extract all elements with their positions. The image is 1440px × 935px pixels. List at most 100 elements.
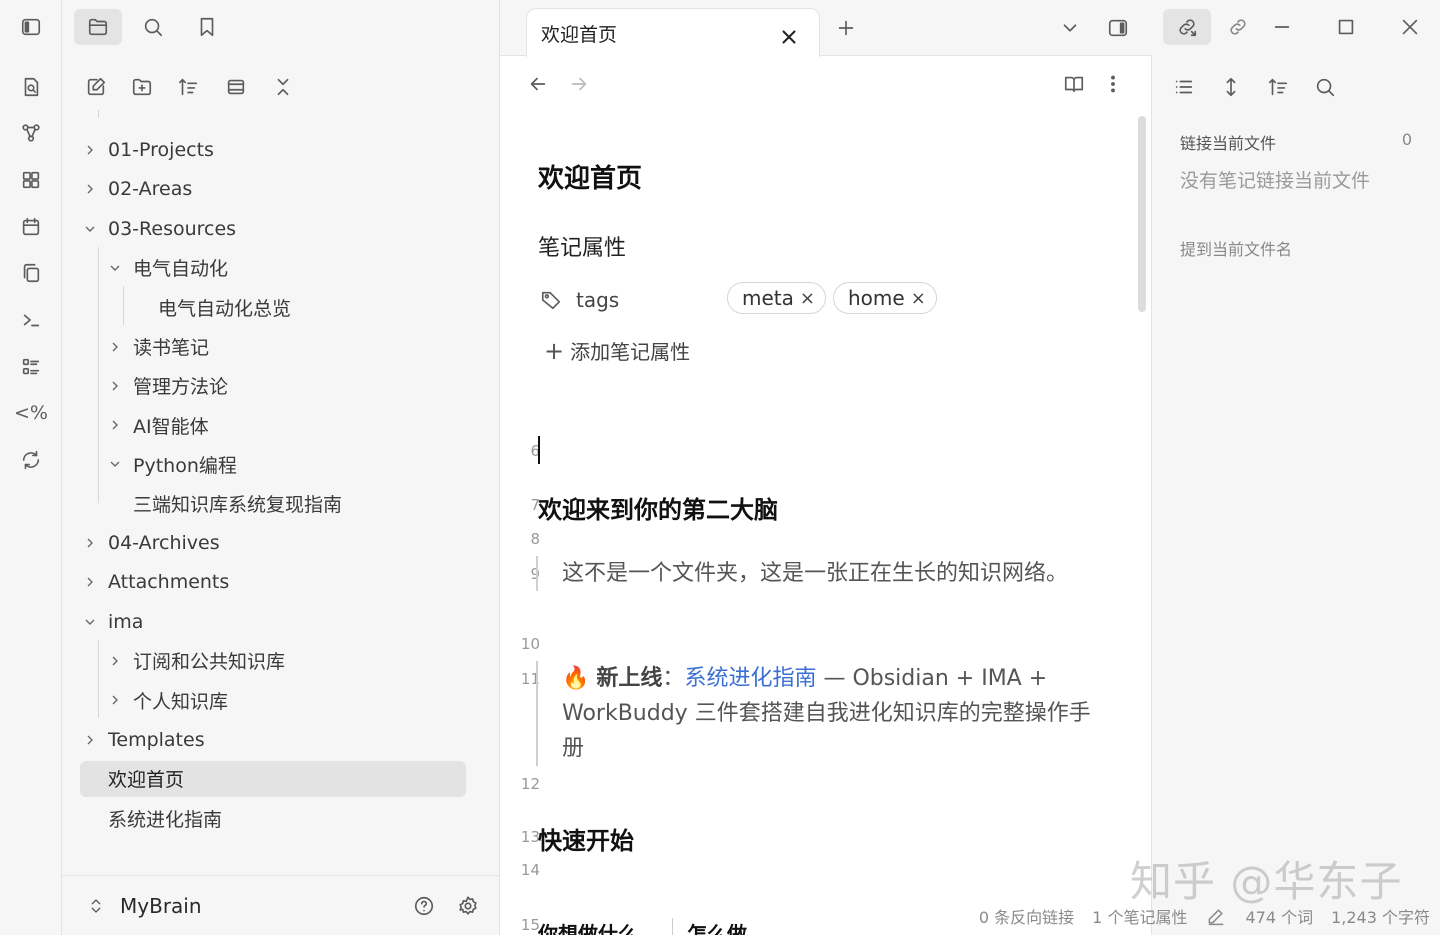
graph-icon[interactable] (13, 115, 49, 151)
folder-icon[interactable] (74, 9, 122, 45)
tree-folder[interactable]: Templates (80, 722, 205, 758)
backlinks-icon[interactable] (1163, 9, 1211, 45)
tree-file[interactable]: 三端知识库系统复现指南 (133, 486, 342, 522)
fire-icon: 🔥 (562, 666, 590, 691)
chevron-right-icon[interactable] (80, 730, 100, 750)
chevron-right-icon[interactable] (105, 337, 125, 357)
sort-results-icon[interactable] (1254, 69, 1302, 105)
list-icon[interactable] (13, 349, 49, 385)
tree-folder[interactable]: 03-Resources (80, 211, 236, 247)
settings-gear-icon[interactable] (450, 888, 486, 924)
forward-arrow-icon[interactable] (561, 66, 597, 102)
chevron-down-icon[interactable] (80, 612, 100, 632)
bookmark-icon[interactable] (183, 9, 231, 45)
property-key[interactable]: tags (576, 288, 619, 312)
close-tab-icon[interactable] (771, 19, 807, 55)
chevron-right-icon[interactable] (80, 533, 100, 553)
more-options-icon[interactable] (1095, 66, 1131, 102)
vault-name[interactable]: MyBrain (120, 894, 202, 918)
copy-icon[interactable] (13, 255, 49, 291)
outgoing-links-icon[interactable] (1214, 9, 1262, 45)
chevron-down-icon[interactable] (105, 454, 125, 474)
sidebar-tabs (62, 0, 500, 56)
tree-folder[interactable]: Attachments (80, 564, 229, 600)
chevron-right-icon[interactable] (105, 415, 125, 435)
tree-folder[interactable]: 电气自动化 (105, 250, 228, 286)
tree-item-label: 02-Areas (108, 178, 193, 201)
text-cursor (538, 436, 540, 464)
chevron-right-icon[interactable] (105, 690, 125, 710)
remove-tag-icon[interactable]: × (911, 288, 926, 309)
file-tree: 01-Projects 02-Areas 03-Resources 电气自动化 电气自动… (62, 110, 482, 870)
tree-folder[interactable]: Python编程 (105, 446, 237, 482)
editor-pane: 欢迎首页 欢迎首页 笔记属性 tags meta × home × + 添加笔记… (500, 0, 1152, 935)
editor-scrollbar[interactable] (1138, 116, 1146, 312)
close-all-icon[interactable] (265, 69, 301, 105)
search-icon[interactable] (129, 9, 177, 45)
new-note-icon[interactable] (78, 69, 114, 105)
line-number: 12 (520, 775, 540, 793)
tree-folder[interactable]: 管理方法论 (105, 368, 228, 404)
close-window-icon[interactable] (1386, 9, 1434, 45)
collapse-results-icon[interactable] (1160, 69, 1208, 105)
calendar-icon[interactable] (13, 209, 49, 245)
back-arrow-icon[interactable] (520, 66, 556, 102)
status-backlinks[interactable]: 0 条反向链接 (979, 904, 1074, 928)
remove-tag-icon[interactable]: × (800, 288, 815, 309)
new-tab-icon[interactable] (828, 10, 864, 46)
tree-file[interactable]: 电气自动化总览 (158, 289, 291, 325)
tag-pill[interactable]: meta × (727, 282, 826, 314)
tag-label: meta (742, 286, 794, 310)
tree-folder[interactable]: 读书笔记 (105, 329, 209, 365)
add-property-button[interactable]: + 添加笔记属性 (544, 336, 690, 365)
backlinks-count: 0 (1401, 130, 1412, 149)
search-filter-icon[interactable] (1301, 69, 1349, 105)
note-title[interactable]: 欢迎首页 (538, 158, 642, 195)
tab-welcome[interactable]: 欢迎首页 (526, 8, 820, 57)
new-folder-icon[interactable] (124, 69, 160, 105)
tree-folder[interactable]: 04-Archives (80, 525, 220, 561)
line-number: 6 (530, 442, 540, 460)
tree-folder[interactable]: AI智能体 (105, 407, 209, 443)
chevron-updown-icon[interactable] (84, 894, 108, 918)
chevron-down-icon[interactable] (105, 258, 125, 278)
tree-file[interactable]: 系统进化指南 (108, 800, 222, 836)
chevron-down-icon[interactable] (1052, 10, 1088, 46)
reading-view-icon[interactable] (1056, 66, 1092, 102)
property-row-tags: tags (538, 282, 619, 318)
chevron-down-icon[interactable] (80, 219, 100, 239)
guide-link[interactable]: 系统进化指南 (684, 666, 816, 691)
help-icon[interactable] (406, 888, 442, 924)
tag-pill[interactable]: home × (833, 282, 937, 314)
heading-welcome: 欢迎来到你的第二大脑 (538, 496, 778, 524)
minimize-icon[interactable] (1258, 9, 1306, 45)
expand-context-icon[interactable] (1207, 69, 1255, 105)
unlinked-mentions-heading[interactable]: 提到当前文件名 (1180, 236, 1292, 260)
template-icon[interactable]: <% (13, 395, 49, 431)
tab-bar: 欢迎首页 (500, 0, 1152, 57)
right-sidebar-toggle-icon[interactable] (1100, 10, 1136, 46)
sort-icon[interactable] (170, 69, 206, 105)
chevron-right-icon[interactable] (80, 179, 100, 199)
terminal-icon[interactable] (13, 302, 49, 338)
search-doc-icon[interactable] (13, 69, 49, 105)
chevron-right-icon[interactable] (105, 376, 125, 396)
chevron-right-icon[interactable] (105, 651, 125, 671)
collapse-icon[interactable] (218, 69, 254, 105)
sync-icon[interactable] (13, 442, 49, 478)
backlinks-heading[interactable]: 链接当前文件 (1180, 130, 1276, 154)
tab-title: 欢迎首页 (541, 23, 618, 46)
chevron-right-icon[interactable] (80, 140, 100, 160)
tree-item-label: Python编程 (133, 454, 237, 477)
tree-folder[interactable]: ima (80, 604, 143, 640)
sidebar-toggle-icon[interactable] (13, 9, 49, 45)
tree-folder[interactable]: 订阅和公共知识库 (105, 643, 285, 679)
tree-file[interactable]: 欢迎首页 (80, 760, 466, 797)
maximize-icon[interactable] (1322, 9, 1370, 45)
note-editor[interactable]: 欢迎首页 笔记属性 tags meta × home × + 添加笔记属性 6 (500, 110, 1140, 935)
tree-folder[interactable]: 02-Areas (80, 171, 192, 207)
dashboard-icon[interactable] (13, 162, 49, 198)
tree-folder[interactable]: 个人知识库 (105, 682, 228, 718)
tree-folder[interactable]: 01-Projects (80, 132, 214, 168)
chevron-right-icon[interactable] (80, 572, 100, 592)
